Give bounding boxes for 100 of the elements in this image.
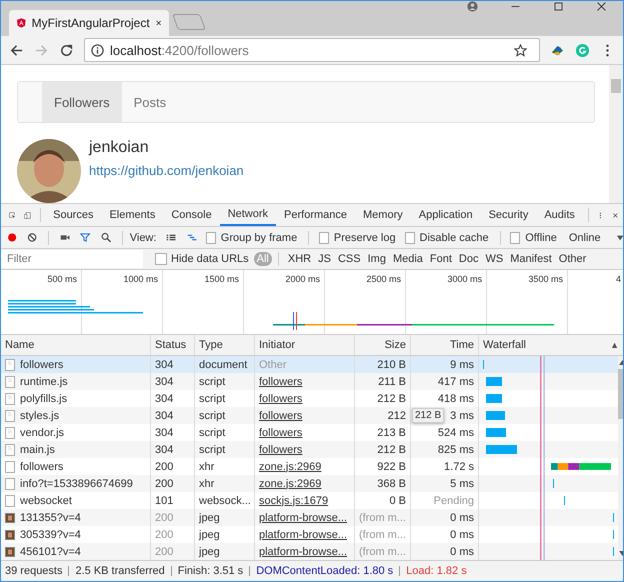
nav-link[interactable]: Posts	[122, 82, 178, 122]
checkbox[interactable]	[318, 232, 329, 244]
checkbox[interactable]	[206, 232, 216, 244]
devtools-tab[interactable]: Security	[480, 204, 536, 226]
maximize-icon[interactable]	[553, 1, 564, 12]
reload-icon[interactable]	[59, 42, 74, 58]
checkbox[interactable]	[404, 232, 414, 244]
size-cell: (from m...	[355, 509, 411, 526]
type-filter[interactable]: Doc	[456, 252, 482, 266]
type-filter[interactable]: Other	[556, 252, 590, 266]
file-icon	[5, 494, 15, 506]
search-icon[interactable]	[100, 231, 111, 244]
document-icon	[5, 444, 15, 456]
column-header[interactable]: Initiator	[255, 335, 355, 355]
devtools-tab[interactable]: Sources	[45, 204, 102, 226]
type-filter[interactable]: WS	[482, 252, 506, 266]
checkbox[interactable]	[510, 232, 520, 244]
column-header[interactable]: Type	[195, 335, 255, 355]
type-filter[interactable]: Img	[364, 252, 389, 266]
filter-field[interactable]: Filter	[1, 250, 143, 268]
size-cell: 212	[355, 407, 411, 424]
type-filter[interactable]: JS	[315, 252, 334, 266]
document-icon	[5, 392, 15, 404]
address-bar[interactable]: localhost:4200/followers	[84, 38, 540, 62]
filter-icon[interactable]	[80, 231, 91, 244]
type-filter[interactable]: CSS	[334, 252, 364, 266]
devtools-tab[interactable]: Application	[410, 204, 481, 226]
dropdown-icon[interactable]	[616, 234, 623, 240]
profile-icon[interactable]	[467, 1, 478, 12]
type-filter[interactable]: Font	[426, 252, 455, 266]
option-label: Offline	[525, 232, 557, 244]
waterfall-bar	[551, 462, 611, 471]
tooltip: 212 B	[412, 408, 444, 423]
request-row[interactable]: 456101?v=4 200 jpeg platform-browse... (from m... 0 ms	[1, 543, 618, 560]
image-icon	[5, 528, 15, 540]
close-icon[interactable]	[596, 1, 607, 12]
size-cell: 211 B	[355, 373, 411, 390]
nav-link[interactable]: Followers	[42, 82, 122, 122]
initiator-link[interactable]: followers	[259, 392, 302, 404]
checkbox[interactable]	[155, 253, 167, 265]
request-row[interactable]: followers 304 document Other 210 B 9 ms	[1, 356, 618, 373]
time-cell: 5 ms	[411, 475, 479, 492]
clear-icon[interactable]	[27, 231, 38, 244]
initiator-link[interactable]: platform-browse...	[259, 528, 348, 540]
option-label: Hide data URLs	[171, 253, 249, 265]
request-name: 305339?v=4	[20, 528, 81, 540]
devtools-tab[interactable]: Elements	[101, 204, 164, 226]
url-host: localhost	[110, 42, 162, 58]
initiator-link[interactable]: zone.js:2969	[259, 478, 322, 490]
column-header[interactable]: Waterfall ▲	[479, 335, 623, 355]
status-cell: 200	[151, 509, 195, 526]
url-path: :4200/followers	[161, 42, 249, 58]
initiator-link[interactable]: zone.js:2969	[259, 460, 322, 472]
type-filter[interactable]: XHR	[284, 252, 314, 266]
status-cell: 200	[151, 475, 195, 492]
column-header[interactable]: Status	[151, 335, 195, 355]
column-header[interactable]: Size	[355, 335, 411, 355]
profile-link[interactable]: https://github.com/jenkoian	[89, 163, 244, 178]
close-icon[interactable]	[156, 19, 161, 27]
type-filter[interactable]: Media	[390, 252, 426, 266]
request-name: vendor.js	[20, 426, 64, 438]
initiator-link[interactable]: followers	[259, 444, 302, 456]
shield-icon	[17, 16, 26, 30]
initiator-link[interactable]: followers	[259, 410, 302, 422]
request-name: info?t=1533896674699	[20, 478, 133, 490]
column-header[interactable]: Name	[1, 335, 151, 355]
summary-text: Load: 1.82 s	[406, 565, 467, 577]
size-cell: 368 B	[355, 475, 411, 492]
tick-label: 1500 ms	[163, 270, 244, 334]
type-filter[interactable]: Manifest	[507, 252, 555, 266]
request-row[interactable]: runtime.js 304 script followers 211 B 417 ms	[1, 373, 618, 390]
time-cell: 0 ms	[411, 509, 479, 526]
sort-icon[interactable]: ▲	[610, 340, 619, 350]
browser-tab[interactable]: MyFirstAngularProject	[9, 10, 169, 36]
time-cell: 825 ms	[411, 441, 479, 458]
back-icon[interactable]	[9, 42, 24, 58]
star-icon[interactable]	[514, 44, 527, 56]
devtools-tab[interactable]: Console	[163, 204, 220, 226]
initiator-link[interactable]: followers	[259, 376, 302, 388]
option-label: Disable cache	[420, 232, 489, 244]
initiator-link[interactable]: sockjs.js:1679	[259, 494, 328, 506]
column-header[interactable]: Time	[411, 335, 479, 355]
request-row[interactable]: info?t=1533896674699 200 xhr zone.js:2969 368 B 5 ms	[1, 475, 618, 492]
throttle-select[interactable]: Online	[568, 232, 601, 244]
devtools-tab[interactable]: Memory	[355, 204, 411, 226]
waterfall-bar	[486, 428, 506, 437]
document-icon	[5, 358, 15, 370]
record-icon[interactable]	[7, 231, 18, 244]
tab-title: MyFirstAngularProject	[32, 16, 150, 30]
request-row[interactable]: 131355?v=4 200 jpeg platform-browse... (from m... 0 ms	[1, 509, 618, 526]
initiator-link[interactable]: platform-browse...	[259, 512, 348, 524]
waterfall-bar	[486, 445, 517, 454]
request-name: 131355?v=4	[20, 512, 81, 524]
request-row[interactable]: main.js 304 script followers 212 B 825 ms	[1, 441, 618, 458]
scrollbar[interactable]	[609, 65, 623, 203]
initiator-link[interactable]: platform-browse...	[259, 546, 348, 558]
initiator-link[interactable]: followers	[259, 426, 302, 438]
devtools-tab[interactable]: Audits	[536, 204, 583, 226]
file-icon	[5, 460, 15, 472]
devtools-tab[interactable]: Performance	[276, 204, 356, 226]
